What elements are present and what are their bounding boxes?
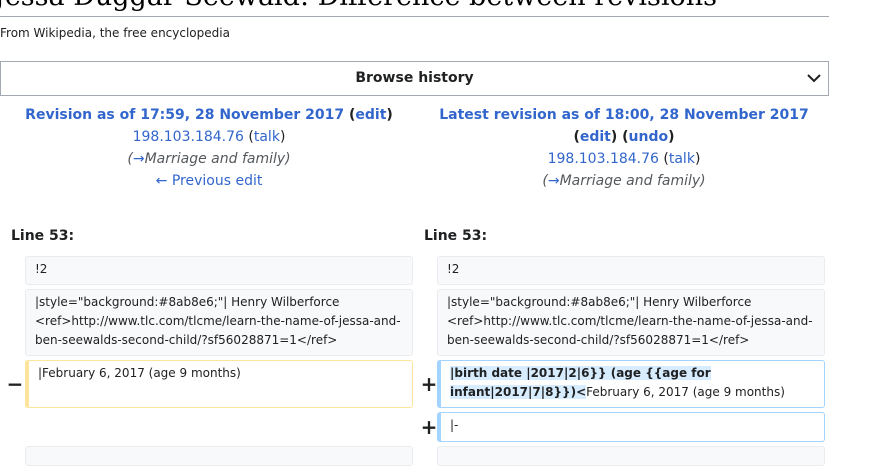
- browse-history-label: Browse history: [355, 70, 474, 86]
- deleted-line: |February 6, 2017 (age 9 months): [25, 360, 413, 408]
- new-revision-header: Latest revision as of 18:00, 28 November…: [418, 104, 830, 192]
- old-context-line: [25, 446, 413, 466]
- old-revision-header: Revision as of 17:59, 28 November 2017 (…: [0, 104, 418, 192]
- browse-history-toggle[interactable]: Browse history: [0, 61, 829, 96]
- page-title: Jessa Duggar Seewald: Difference between…: [0, 0, 717, 14]
- new-revision-link[interactable]: Latest revision as of 18:00, 28 November…: [439, 107, 809, 123]
- old-user-link[interactable]: 198.103.184.76: [133, 129, 244, 145]
- added-line: |-: [437, 412, 825, 442]
- previous-edit-link[interactable]: ← Previous edit: [156, 173, 263, 189]
- inserted-text: |birth date |2017|2|6}} (age {{age for: [450, 366, 711, 380]
- new-line-number: Line 53:: [424, 228, 488, 244]
- section-arrow-link[interactable]: →: [133, 151, 145, 167]
- old-context-line: |style="background:#8ab8e6;"| Henry Wilb…: [25, 289, 413, 356]
- deleted-line-marker: −: [6, 372, 24, 396]
- old-revision-link[interactable]: Revision as of 17:59, 28 November 2017: [25, 107, 344, 123]
- new-talk-link[interactable]: talk: [669, 151, 695, 167]
- added-line-marker: +: [420, 415, 438, 439]
- inserted-text: infant|2017|7|8}})<: [450, 385, 587, 399]
- new-comment-text: Marriage and family: [559, 173, 701, 189]
- old-talk-link[interactable]: talk: [254, 129, 280, 145]
- unchanged-text: February 6, 2017 (age 9 months): [586, 385, 785, 399]
- new-edit-link[interactable]: edit: [580, 129, 611, 145]
- old-edit-link[interactable]: edit: [355, 107, 386, 123]
- old-edit-summary: (→Marriage and family): [127, 151, 291, 167]
- page-subtitle: From Wikipedia, the free encyclopedia: [0, 26, 230, 40]
- new-edit-summary: (→Marriage and family): [542, 173, 706, 189]
- chevron-down-icon: [807, 74, 821, 83]
- old-context-line: !2: [25, 256, 413, 285]
- old-comment-text: Marriage and family: [144, 151, 286, 167]
- added-line: |birth date |2017|2|6}} (age {{age for in…: [437, 360, 825, 408]
- undo-link[interactable]: undo: [629, 129, 669, 145]
- added-line-marker: +: [420, 372, 438, 396]
- title-divider: [0, 16, 829, 17]
- old-line-number: Line 53:: [11, 228, 75, 244]
- new-context-line: |style="background:#8ab8e6;"| Henry Wilb…: [437, 289, 825, 356]
- new-context-line: !2: [437, 256, 825, 285]
- new-context-line: [437, 446, 825, 466]
- section-arrow-link-new[interactable]: →: [548, 173, 560, 189]
- new-user-link[interactable]: 198.103.184.76: [548, 151, 659, 167]
